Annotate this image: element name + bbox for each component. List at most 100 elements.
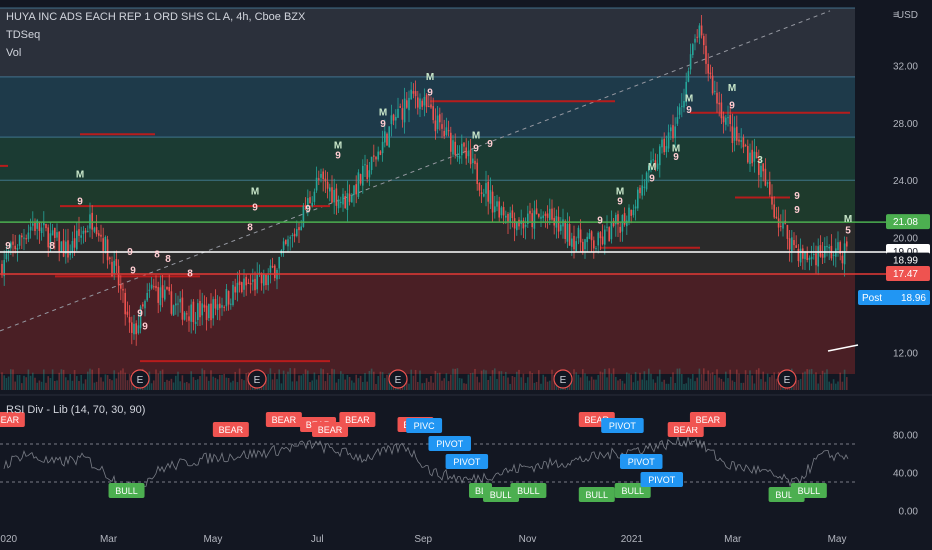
volume-bar — [47, 376, 49, 390]
volume-bar — [610, 373, 613, 390]
candle-body — [190, 304, 192, 322]
candle-body — [313, 191, 316, 202]
candle-body — [219, 303, 221, 309]
post-label-value: 18.96 — [901, 293, 926, 304]
candle-body — [538, 213, 540, 217]
candle-body — [749, 152, 751, 165]
td-count-label: 8 — [247, 222, 253, 233]
candle-body — [738, 139, 740, 142]
volume-bar — [300, 375, 302, 390]
candle-body — [67, 240, 69, 258]
volume-bar — [527, 377, 529, 390]
volume-bar — [641, 379, 643, 390]
candle-body — [780, 225, 782, 227]
volume-bar — [535, 381, 538, 390]
volume-bar — [210, 370, 212, 390]
volume-bar — [621, 380, 624, 390]
volume-bar — [331, 368, 333, 390]
candle-body — [494, 206, 496, 213]
candle-body — [450, 132, 452, 152]
candle-body — [593, 240, 595, 249]
candle-body — [432, 106, 434, 121]
candle-body — [663, 138, 665, 153]
volume-bar — [357, 378, 360, 390]
candle-body — [408, 97, 410, 111]
volume-bar — [663, 379, 665, 390]
candle-body — [93, 227, 96, 232]
candle-body — [265, 274, 267, 286]
candle-body — [802, 248, 804, 259]
volume-bar — [742, 382, 745, 390]
indicator-volume[interactable]: Vol — [6, 44, 305, 62]
volume-bar — [359, 375, 362, 390]
candle-body — [366, 164, 368, 180]
volume-bar — [111, 380, 113, 390]
td-count-label: 9 — [130, 266, 136, 277]
volume-bar — [203, 370, 206, 390]
candle-body — [643, 186, 646, 188]
volume-bar — [221, 374, 223, 390]
volume-bar — [452, 368, 454, 390]
volume-bar — [117, 372, 120, 390]
volume-bar — [199, 376, 201, 390]
volume-bar — [124, 372, 126, 390]
candle-body — [238, 281, 241, 285]
candle-body — [267, 275, 269, 286]
candle-body — [788, 238, 791, 250]
candle-body — [711, 75, 714, 94]
volume-bar — [480, 370, 483, 390]
volume-bar — [12, 369, 14, 390]
volume-bar — [423, 382, 426, 390]
candle-body — [183, 312, 186, 320]
price-chart[interactable]: 9M9899998 88M989M9M9M9M9 99M9M9M9M9M9399M5… — [0, 0, 932, 550]
candle-body — [601, 236, 604, 245]
volume-bar — [386, 374, 388, 390]
candle-body — [621, 214, 624, 232]
candle-body — [791, 237, 793, 252]
symbol-title[interactable]: HUYA INC ADS EACH REP 1 ORD SHS CL A, 4h… — [6, 8, 305, 26]
volume-bar — [714, 375, 716, 390]
volume-bar — [584, 373, 586, 390]
volume-bar — [298, 375, 300, 390]
candle-body — [672, 125, 674, 139]
candle-body — [403, 98, 406, 123]
volume-bar — [586, 376, 588, 390]
volume-bar — [617, 380, 619, 390]
volume-bar — [810, 368, 813, 390]
candle-body — [153, 286, 155, 288]
volume-bar — [507, 377, 509, 390]
candle-body — [531, 213, 533, 228]
volume-bar — [511, 376, 514, 390]
volume-bar — [652, 379, 654, 390]
candle-body — [634, 206, 637, 209]
volume-bar — [494, 368, 496, 390]
volume-bar — [703, 368, 705, 390]
volume-bar — [700, 374, 703, 390]
indicator-tdseq[interactable]: TDSeq — [6, 26, 305, 44]
candle-body — [689, 54, 692, 70]
volume-bar — [364, 372, 366, 390]
candle-body — [637, 189, 639, 209]
volume-bar — [377, 376, 379, 390]
time-tick-label: Jul — [311, 534, 324, 545]
earnings-marker-label: E — [560, 375, 567, 386]
candle-body — [588, 233, 591, 239]
candle-body — [502, 207, 505, 216]
volume-bar — [271, 379, 274, 390]
volume-bar — [623, 383, 626, 390]
candle-body — [421, 100, 423, 107]
divergence-tag-label: BEAR — [272, 415, 297, 425]
volume-bar — [749, 370, 751, 390]
candle-body — [456, 155, 459, 157]
candle-body — [177, 303, 179, 305]
volume-bar — [458, 378, 461, 390]
candle-body — [337, 199, 340, 209]
candle-body — [56, 232, 58, 238]
candle-body — [430, 104, 432, 108]
candle-body — [230, 303, 232, 305]
td-count-label: 8 — [165, 254, 171, 265]
volume-bar — [630, 374, 632, 390]
candle-body — [287, 239, 289, 247]
volume-bar — [291, 381, 294, 390]
rsi-panel-title[interactable]: RSI Div - Lib (14, 70, 30, 90) — [6, 404, 145, 416]
